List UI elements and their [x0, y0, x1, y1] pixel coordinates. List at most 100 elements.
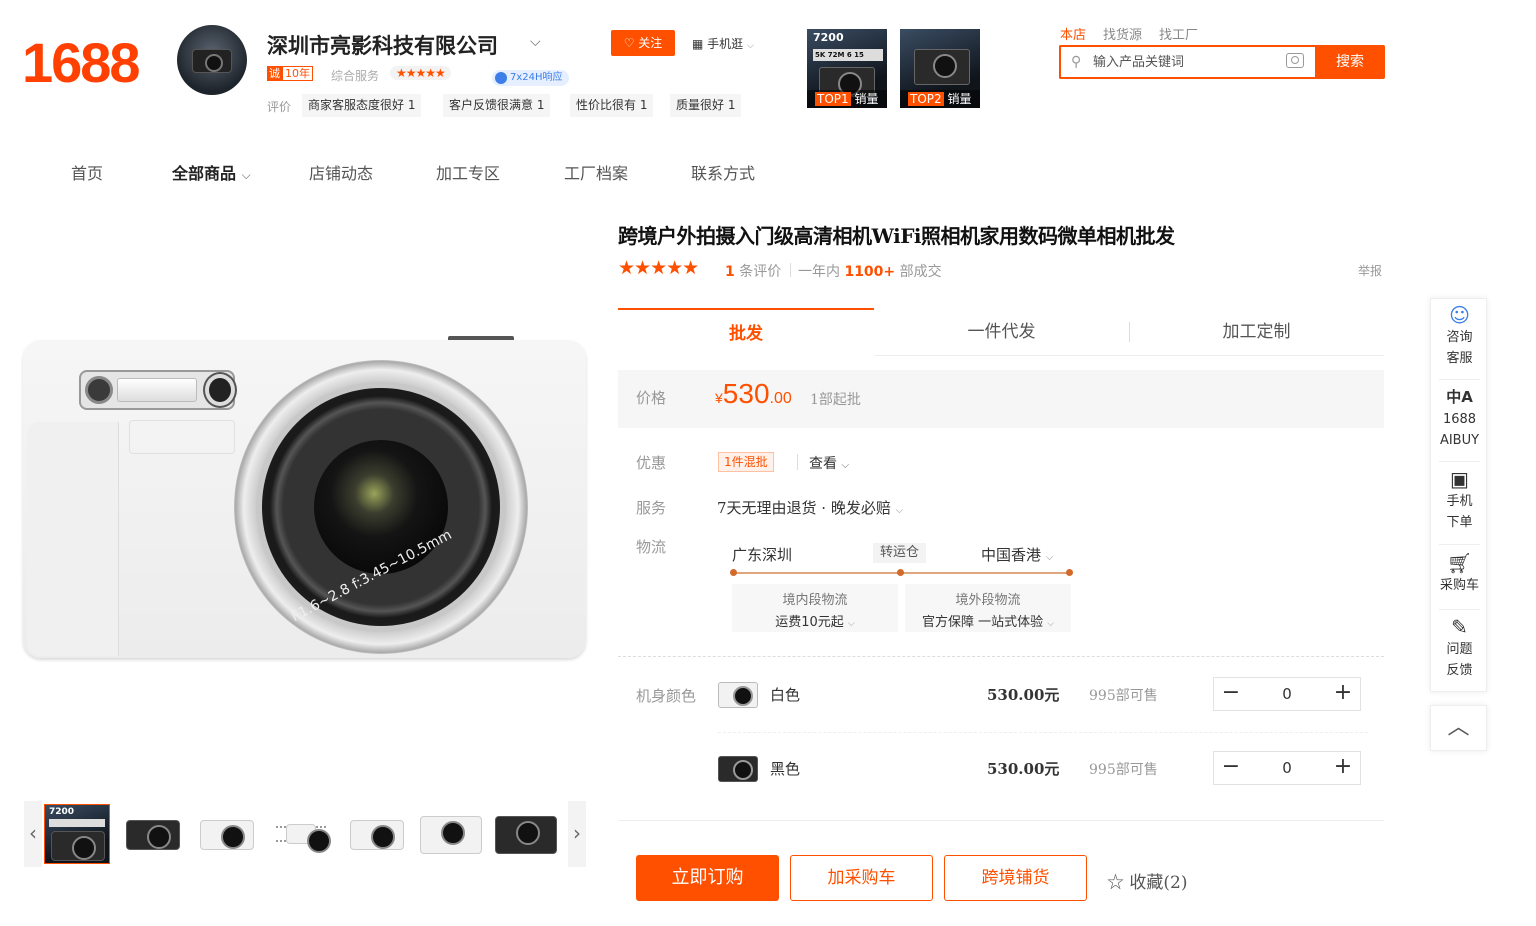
top1-product[interactable]: 7200 5K 72M 6 15 TOP1 销量 — [807, 29, 887, 108]
sidebar-item-mobile-order[interactable]: ▣ 手机 下单 — [1431, 467, 1488, 533]
sidebar-item-aibuy[interactable]: 中A 1688 AIBUY — [1431, 385, 1488, 451]
shop-avatar[interactable] — [177, 25, 247, 95]
overseas-logistics-box[interactable]: 境外段物流 官方保障 一站式体验 ⌵ — [905, 584, 1071, 632]
nav-factory-profile[interactable]: 工厂档案 — [564, 160, 628, 184]
top1-specs: 5K 72M 6 15 — [813, 49, 883, 61]
min-order: 1部起批 — [810, 392, 861, 408]
quantity-stepper: − 0 + — [1213, 751, 1361, 785]
variant-thumb-black[interactable] — [718, 756, 758, 782]
variant-name: 黑色 — [770, 760, 801, 778]
price-integer: 530 — [722, 378, 770, 409]
cheng-badge: 诚 10年 — [267, 66, 313, 81]
logistics-via: 转运仓 — [873, 543, 927, 563]
site-logo[interactable]: 1688 — [22, 30, 141, 95]
top2-product[interactable]: TOP2 销量 — [900, 29, 980, 108]
promo-view[interactable]: 查看 ⌵ — [809, 453, 849, 473]
deal-number: 1100+ — [844, 264, 896, 280]
sidebar-item-customer-service[interactable]: ☺ 咨询 客服 — [1431, 303, 1488, 369]
quantity-value[interactable]: 0 — [1248, 685, 1326, 703]
variant-thumb-white[interactable] — [718, 682, 758, 708]
product-thumbnail[interactable]: 7200 — [44, 804, 110, 864]
nav-processing[interactable]: 加工专区 — [436, 160, 500, 184]
tab-dropship[interactable]: 一件代发 — [874, 308, 1129, 356]
sidebar-label: 下单 — [1446, 515, 1473, 530]
variant-stock: 995部可售 — [1089, 688, 1158, 704]
search-tab-find-factory[interactable]: 找工厂 — [1159, 24, 1198, 43]
nav-shop-news[interactable]: 店铺动态 — [309, 160, 373, 184]
increment-button[interactable]: + — [1326, 678, 1360, 710]
cart-icon: 🛒︎ — [1446, 551, 1473, 575]
product-thumbnail[interactable] — [268, 804, 334, 864]
chevron-down-icon: ⌵ — [241, 168, 251, 182]
deal-prefix: 一年内 — [798, 264, 845, 280]
tab-wholesale[interactable]: 批发 — [618, 308, 874, 356]
search-button[interactable]: 搜索 — [1315, 45, 1385, 79]
thumb-prev-button[interactable]: ‹ — [24, 801, 42, 867]
buy-now-button[interactable]: 立即订购 — [636, 855, 779, 901]
follow-button[interactable]: ♡ 关注 — [611, 30, 675, 56]
quantity-value[interactable]: 0 — [1248, 759, 1326, 777]
variant-label: 机身颜色 — [636, 687, 697, 705]
thumb-next-button[interactable]: › — [568, 801, 586, 867]
cross-border-button[interactable]: 跨境铺货 — [944, 855, 1087, 901]
product-thumbnail[interactable] — [344, 804, 410, 864]
search-tab-find-source[interactable]: 找货源 — [1103, 24, 1142, 43]
back-to-top-button[interactable]: ︿ — [1430, 705, 1487, 751]
product-thumbnail[interactable] — [418, 804, 484, 864]
price-value: ¥530.00 — [715, 378, 792, 410]
top1-banner: 7200 — [813, 31, 844, 44]
report-link[interactable]: 举报 — [1358, 262, 1382, 279]
chevron-up-icon: ︿ — [1447, 715, 1470, 740]
deal-count: 一年内 1100+ 部成交 — [798, 261, 942, 281]
sidebar-label: AIBUY — [1439, 433, 1480, 448]
search-icon: ⚲ — [1071, 54, 1082, 70]
domestic-logistics-box[interactable]: 境内段物流 运费10元起 ⌵ — [732, 584, 898, 632]
sidebar-item-feedback[interactable]: ✎ 问题 反馈 — [1431, 615, 1488, 681]
logistics-to[interactable]: 中国香港 ⌵ — [981, 544, 1053, 565]
favorite-button[interactable]: ☆ 收藏(2) — [1107, 868, 1188, 893]
top2-rank: TOP2 — [908, 92, 944, 106]
increment-button[interactable]: + — [1326, 752, 1360, 784]
rating-stars: ★★★★★ — [618, 257, 699, 279]
variant-price: 530.00元 — [987, 760, 1060, 778]
search-input[interactable] — [1093, 52, 1273, 72]
chevron-down-icon: ⌵ — [747, 41, 754, 51]
star-outline-icon: ☆ — [1107, 873, 1124, 893]
sidebar-label: 问题 — [1446, 642, 1473, 657]
sidebar-label: 咨询 — [1446, 330, 1473, 345]
search-tab-this-shop[interactable]: 本店 — [1060, 24, 1086, 43]
nav-all-products[interactable]: 全部商品 ⌵ — [172, 160, 251, 184]
service-value[interactable]: 7天无理由退货 · 晚发必赔 ⌵ — [717, 497, 903, 518]
price-decimal: .00 — [769, 390, 792, 407]
mobile-browse-link[interactable]: ▦ 手机逛 ⌵ — [692, 35, 754, 52]
search-box: ⚲ — [1059, 45, 1317, 79]
chevron-down-icon[interactable]: ⌵ — [530, 34, 541, 50]
logistics-label: 物流 — [636, 538, 667, 556]
top1-label: 销量 — [854, 92, 879, 106]
sidebar-item-cart[interactable]: 🛒︎ 采购车 — [1431, 551, 1488, 596]
sidebar-label: 采购车 — [1439, 578, 1479, 593]
add-to-cart-button[interactable]: 加采购车 — [790, 855, 933, 901]
nav-home[interactable]: 首页 — [71, 160, 103, 184]
sidebar-label: 1688 — [1442, 412, 1477, 427]
product-thumbnail[interactable] — [493, 804, 559, 864]
decrement-button[interactable]: − — [1214, 752, 1248, 784]
variant-price: 530.00元 — [987, 686, 1060, 704]
price-label: 价格 — [636, 389, 667, 407]
search-scope-tabs: 本店 找货源 找工厂 — [1060, 24, 1198, 43]
nav-contact[interactable]: 联系方式 — [691, 160, 755, 184]
review-tag: 性价比很有 1 — [570, 94, 654, 117]
variant-name: 白色 — [770, 686, 801, 704]
favorite-label: 收藏(2) — [1129, 873, 1188, 893]
overseas-logistics-value: 官方保障 一站式体验 — [921, 615, 1044, 630]
decrement-button[interactable]: − — [1214, 678, 1248, 710]
review-count[interactable]: 1 条评价 — [725, 261, 781, 281]
product-thumbnail[interactable] — [120, 804, 186, 864]
tab-custom[interactable]: 加工定制 — [1129, 308, 1384, 356]
review-count-suffix: 条评价 — [734, 264, 782, 280]
camera-search-icon[interactable] — [1286, 53, 1304, 68]
company-name[interactable]: 深圳市亮影科技有限公司 — [267, 30, 498, 60]
product-main-image[interactable]: F1.6~2.8 f:3.45~10.5mm — [23, 336, 586, 661]
product-thumbnail[interactable] — [194, 804, 260, 864]
chevron-down-icon: ⌵ — [847, 619, 855, 629]
